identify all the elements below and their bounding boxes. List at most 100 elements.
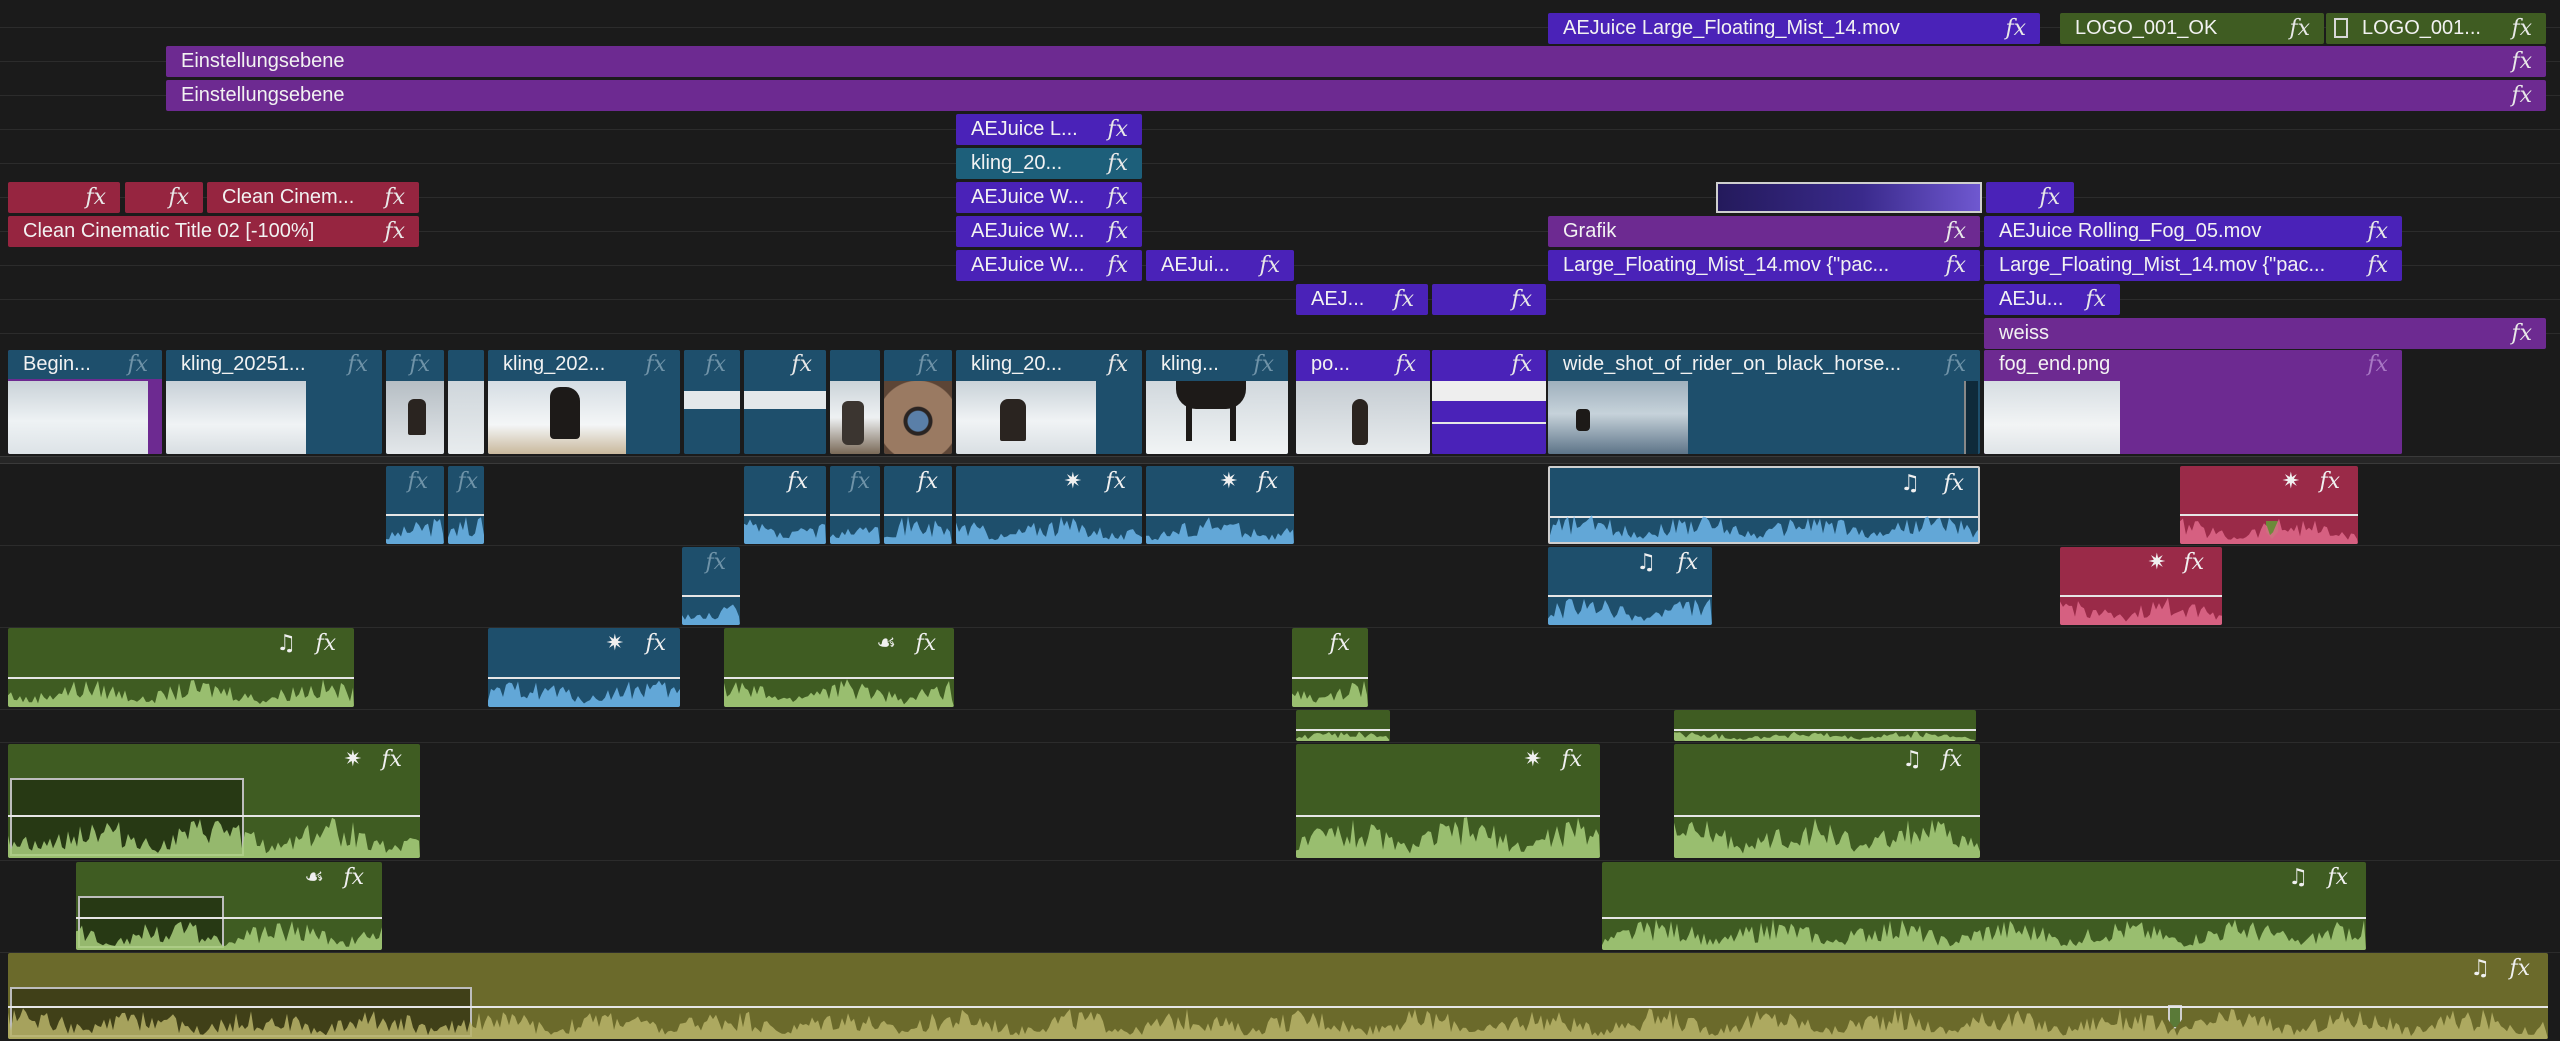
main-clip[interactable]: fog_end.png fx	[1984, 350, 2402, 454]
video-clip-aejuice[interactable]: AEJu... fx	[1984, 284, 2120, 315]
video-clip-logo[interactable]: LOGO_001... fx	[2326, 13, 2546, 44]
audio-clip[interactable]	[1674, 710, 1976, 741]
track-separator	[0, 545, 2560, 546]
main-clip[interactable]	[448, 350, 484, 454]
main-clip[interactable]: kling_20251... fx	[166, 350, 382, 454]
main-clip[interactable]: fx	[386, 350, 444, 454]
video-clip-clean-cinematic-title[interactable]: Clean Cinematic Title 02 [-100%] fx	[8, 216, 419, 247]
audio-clip[interactable]: fx ✷	[2180, 466, 2358, 544]
audio-clip[interactable]: fx ♫	[8, 628, 354, 707]
clip-header: fx	[744, 350, 826, 379]
waveform-path	[1550, 515, 1978, 542]
fx-icon: fx	[343, 865, 364, 890]
video-clip-title[interactable]: fx	[125, 182, 203, 213]
track-separator	[0, 299, 2560, 300]
fx-icon: fx	[85, 185, 106, 210]
clip-label: AEJuice W...	[971, 220, 1085, 242]
video-clip-title[interactable]: fx	[8, 182, 120, 213]
thumbnail-strip	[684, 381, 740, 454]
main-clip[interactable]: po... fx	[1296, 350, 1430, 454]
timeline-panel: AEJuice Large_Floating_Mist_14.mov fx LOG…	[0, 0, 2560, 1041]
main-clip[interactable]: kling... fx	[1146, 350, 1288, 454]
main-clip[interactable]: kling_202... fx	[488, 350, 680, 454]
fx-icon: fx	[1945, 352, 1966, 377]
video-clip-aejuice[interactable]: AEJuice W... fx	[956, 182, 1142, 213]
audio-clip[interactable]: fx	[682, 547, 740, 625]
audio-clip[interactable]: fx ♫	[1548, 466, 1980, 544]
main-clip[interactable]: fx	[744, 350, 826, 454]
video-clip-aejuice[interactable]: fx	[1986, 182, 2074, 213]
audio-clip[interactable]: fx ✷	[1146, 466, 1294, 544]
music-note-icon: ♫	[1900, 471, 1920, 496]
audio-clip[interactable]: fx	[448, 466, 484, 544]
waveform-path	[830, 526, 880, 544]
video-clip-floating-mist[interactable]: Large_Floating_Mist_14.mov {"pac... fx	[1548, 250, 1980, 281]
video-clip-aejuice[interactable]: AEJui... fx	[1146, 250, 1294, 281]
fx-icon: fx	[1943, 471, 1964, 496]
audio-clip[interactable]: fx ✷	[2060, 547, 2222, 625]
video-clip-adjustment-layer[interactable]: Einstellungsebene fx	[166, 46, 2546, 77]
fx-icon: fx	[384, 185, 405, 210]
main-clip[interactable]: fx	[1432, 350, 1546, 454]
main-clip[interactable]: fx	[684, 350, 740, 454]
audio-clip[interactable]: fx ☙	[724, 628, 954, 707]
fx-icon: fx	[705, 550, 726, 575]
audio-clip[interactable]: fx ♫	[1674, 744, 1980, 858]
video-clip-grafik[interactable]: Grafik fx	[1548, 216, 1980, 247]
fx-icon: fx	[1107, 185, 1128, 210]
fx-icon: fx	[705, 352, 726, 377]
audio-clip[interactable]: fx	[830, 466, 880, 544]
audio-clip[interactable]: fx ✷	[956, 466, 1142, 544]
waveform	[884, 516, 952, 544]
video-clip-aejuice[interactable]: AEJuice L... fx	[956, 114, 1142, 145]
audio-clip[interactable]: fx ✷	[8, 744, 420, 858]
main-clip[interactable]: Begin... fx	[8, 350, 162, 454]
fx-icon: fx	[791, 352, 812, 377]
video-clip-gradient[interactable]	[1716, 182, 1982, 213]
video-clip-aejuice[interactable]: fx	[1432, 284, 1546, 315]
main-clip[interactable]: fx	[884, 350, 952, 454]
video-clip-clean-cinematic[interactable]: Clean Cinem... fx	[207, 182, 419, 213]
audio-clip[interactable]: fx ✷	[1296, 744, 1600, 858]
fx-icon: fx	[2327, 865, 2348, 890]
video-clip-aejuice[interactable]: AEJuice W... fx	[956, 216, 1142, 247]
video-clip-kling[interactable]: kling_20... fx	[956, 148, 1142, 179]
clip-label: Clean Cinematic Title 02 [-100%]	[23, 220, 315, 242]
video-clip-aejuice-rolling-fog[interactable]: AEJuice Rolling_Fog_05.mov fx	[1984, 216, 2402, 247]
audio-clip[interactable]: fx ☙	[76, 862, 382, 950]
waveform-path	[386, 518, 444, 544]
video-clip-aejuice[interactable]: AEJ... fx	[1296, 284, 1428, 315]
sparkle-icon: ✷	[2281, 469, 2300, 494]
fx-icon: fx	[1511, 287, 1532, 312]
video-clip-adjustment-layer[interactable]: Einstellungsebene fx	[166, 80, 2546, 111]
waveform	[488, 680, 680, 707]
fx-icon: fx	[1107, 117, 1128, 142]
clip-label: Large_Floating_Mist_14.mov {"pac...	[1999, 254, 2326, 276]
video-clip-logo[interactable]: LOGO_001_OK fx	[2060, 13, 2324, 44]
main-clip[interactable]: wide_shot_of_rider_on_black_horse... fx	[1548, 350, 1980, 454]
video-clip-weiss[interactable]: weiss fx	[1984, 318, 2546, 349]
audio-clip[interactable]: fx ♫	[1548, 547, 1712, 625]
clip-label: kling_202...	[503, 353, 606, 375]
video-clip-aejuice[interactable]: AEJuice W... fx	[956, 250, 1142, 281]
video-clip-floating-mist[interactable]: Large_Floating_Mist_14.mov {"pac... fx	[1984, 250, 2402, 281]
fx-icon: fx	[1105, 469, 1126, 494]
waveform-path	[724, 679, 954, 707]
audio-clip[interactable]: fx ♫	[1602, 862, 2366, 950]
audio-clip[interactable]: fx	[884, 466, 952, 544]
audio-clip[interactable]: fx	[386, 466, 444, 544]
audio-clip[interactable]	[1296, 710, 1390, 741]
audio-clip[interactable]: fx ✷	[488, 628, 680, 707]
audio-clip-music[interactable]: fx ♫	[8, 953, 2548, 1039]
audio-clip[interactable]: fx	[1292, 628, 1368, 707]
main-clip[interactable]: kling_20... fx	[956, 350, 1142, 454]
clip-label: kling_20...	[971, 353, 1063, 375]
clip-header: wide_shot_of_rider_on_black_horse... fx	[1548, 350, 1980, 379]
main-clip[interactable]	[830, 350, 880, 454]
clip-label: Einstellungsebene	[181, 84, 345, 106]
track-separator	[0, 742, 2560, 743]
waveform-path	[8, 817, 420, 858]
audio-clip[interactable]: fx	[744, 466, 826, 544]
fx-icon: fx	[2511, 321, 2532, 346]
video-clip-aejuice-mist[interactable]: AEJuice Large_Floating_Mist_14.mov fx	[1548, 13, 2040, 44]
